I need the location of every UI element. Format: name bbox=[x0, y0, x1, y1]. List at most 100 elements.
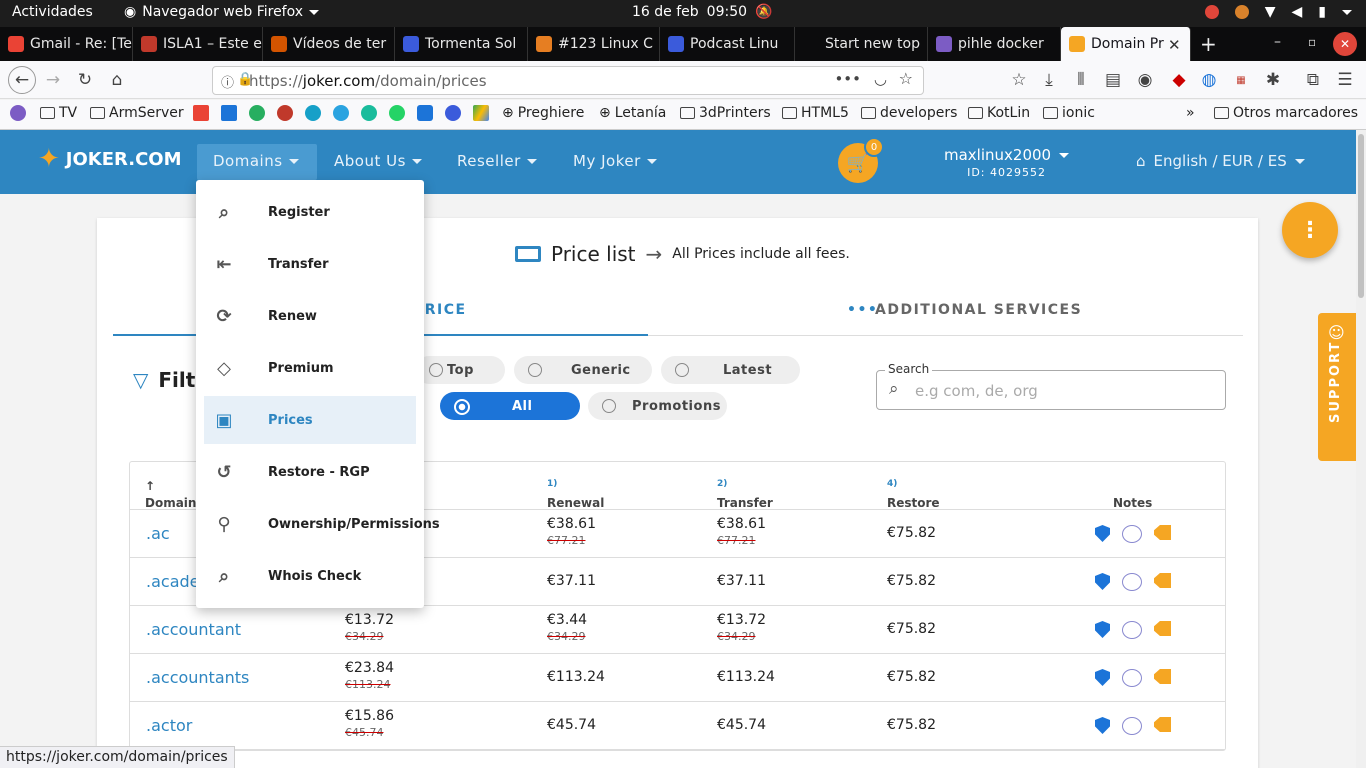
bookmark-10[interactable] bbox=[445, 105, 461, 121]
bookmark-4[interactable] bbox=[277, 105, 293, 121]
language-currency-selector[interactable]: ⌂ English / EUR / ES bbox=[1136, 152, 1305, 170]
domain-link[interactable]: .accountant bbox=[146, 620, 241, 639]
nav-domains[interactable]: Domains bbox=[213, 152, 299, 170]
promotion-tag-icon[interactable] bbox=[1154, 525, 1171, 540]
window-minimize-button[interactable]: – bbox=[1274, 34, 1281, 50]
bookmark-folder-kotlin[interactable]: KotLin bbox=[968, 105, 1030, 121]
tab-additional-services[interactable]: ADDITIONAL SERVICES bbox=[875, 302, 1082, 318]
chrome-indicator-icon[interactable] bbox=[1204, 5, 1219, 19]
extension-3-icon[interactable]: ✱ bbox=[1262, 69, 1284, 91]
promotion-tag-icon[interactable] bbox=[1154, 717, 1171, 732]
bookmark-folder-3dprinters[interactable]: 3dPrinters bbox=[680, 105, 771, 121]
browser-tab[interactable]: Start new top bbox=[795, 27, 928, 61]
more-bookmarks-button[interactable]: » bbox=[1186, 105, 1195, 121]
dropdown-item-ownership-permissions[interactable]: ⚲ Ownership/Permissions bbox=[204, 500, 439, 548]
whois-privacy-icon[interactable] bbox=[1095, 573, 1110, 590]
new-tab-button[interactable]: + bbox=[1200, 32, 1217, 56]
footnote-ref[interactable]: 4) bbox=[887, 479, 897, 489]
library-icon[interactable]: ⫴ bbox=[1070, 69, 1092, 91]
dnssec-icon[interactable] bbox=[1122, 717, 1142, 735]
footnote-ref[interactable]: 1) bbox=[547, 479, 557, 489]
extension-2-icon[interactable]: ◍ bbox=[1198, 69, 1220, 91]
sidebar-icon[interactable]: ▤ bbox=[1102, 69, 1124, 91]
col-transfer[interactable]: Transfer 2) bbox=[717, 479, 773, 510]
window-maximize-button[interactable]: ▫ bbox=[1308, 35, 1316, 49]
browser-tab[interactable]: Gmail - Re: [Te bbox=[0, 27, 133, 61]
search-input[interactable]: e.g com, de, org bbox=[915, 382, 1038, 400]
dropdown-item-premium[interactable]: ◇ Premium bbox=[204, 344, 416, 392]
dropdown-item-register[interactable]: ⌕ Register bbox=[204, 188, 416, 236]
col-domain[interactable]: Domain ↑ bbox=[145, 479, 196, 510]
nav-about[interactable]: About Us bbox=[334, 152, 422, 170]
bookmark-folder-armserver[interactable]: ArmServer bbox=[90, 105, 184, 121]
dnssec-icon[interactable] bbox=[1122, 621, 1142, 639]
bookmark-2[interactable] bbox=[221, 105, 237, 121]
whois-privacy-icon[interactable] bbox=[1095, 525, 1110, 542]
page-scrollbar[interactable] bbox=[1356, 130, 1366, 768]
nav-reseller[interactable]: Reseller bbox=[457, 152, 537, 170]
bookmark-folder-html5[interactable]: HTML5 bbox=[782, 105, 849, 121]
wifi-icon[interactable]: ▼ bbox=[1265, 4, 1276, 20]
col-renewal[interactable]: Renewal 1) bbox=[547, 479, 604, 510]
starred-icon[interactable]: ☆ bbox=[1008, 69, 1030, 91]
reload-button[interactable]: ↻ bbox=[74, 69, 96, 91]
bookmark-search[interactable] bbox=[10, 105, 26, 121]
window-close-button[interactable]: ✕ bbox=[1333, 32, 1357, 56]
filter-all[interactable]: All bbox=[440, 392, 580, 420]
browser-tab[interactable]: Podcast Linu bbox=[660, 27, 795, 61]
dropdown-item-whois-check[interactable]: ⌕ Whois Check bbox=[204, 552, 416, 600]
browser-tab[interactable]: Vídeos de ter bbox=[263, 27, 395, 61]
dnssec-icon[interactable] bbox=[1122, 525, 1142, 543]
bookmark-whatsapp[interactable] bbox=[389, 105, 405, 121]
browser-tab[interactable]: pihle docker bbox=[928, 27, 1061, 61]
app-indicator-icon[interactable] bbox=[1234, 5, 1249, 19]
whois-privacy-icon[interactable] bbox=[1095, 669, 1110, 686]
dropdown-item-prices[interactable]: ▣ Prices bbox=[204, 396, 416, 444]
bookmark-7[interactable] bbox=[361, 105, 377, 121]
bookmark-letania[interactable]: ⊕ Letanía bbox=[599, 105, 666, 121]
browser-tab[interactable]: ISLA1 – Este e bbox=[133, 27, 263, 61]
app-menu[interactable]: ◉ Navegador web Firefox bbox=[124, 4, 320, 20]
dropdown-item-renew[interactable]: ⟳ Renew bbox=[204, 292, 416, 340]
bookmark-preghiere[interactable]: ⊕ Preghiere bbox=[502, 105, 584, 121]
battery-icon[interactable]: ▮ bbox=[1318, 4, 1326, 20]
bookmark-folder-ionic[interactable]: ionic bbox=[1043, 105, 1095, 121]
user-menu[interactable]: maxlinux2000 ID: 4029552 bbox=[944, 146, 1070, 179]
filter-promotions[interactable]: Promotions bbox=[588, 392, 727, 420]
menu-icon[interactable]: ☰ bbox=[1334, 69, 1356, 91]
scrollbar-thumb[interactable] bbox=[1358, 134, 1364, 298]
cart-button[interactable]: 🛒 0 bbox=[838, 137, 884, 183]
nav-my-joker[interactable]: My Joker bbox=[573, 152, 657, 170]
promotion-tag-icon[interactable] bbox=[1154, 669, 1171, 684]
bookmark-9[interactable] bbox=[417, 105, 433, 121]
domain-link[interactable]: .actor bbox=[146, 716, 192, 735]
home-button[interactable]: ⌂ bbox=[106, 69, 128, 91]
whois-privacy-icon[interactable] bbox=[1095, 621, 1110, 638]
downloads-icon[interactable]: ⤓ bbox=[1038, 69, 1060, 91]
bookmark-drive[interactable] bbox=[473, 105, 489, 121]
domain-link[interactable]: .ac bbox=[146, 524, 170, 543]
site-info-icon[interactable]: ⓘ bbox=[221, 72, 234, 91]
floating-menu-button[interactable]: ⋮ bbox=[1282, 202, 1338, 258]
back-button[interactable]: ← bbox=[8, 66, 36, 94]
extensions-icon[interactable]: ⧉ bbox=[1302, 69, 1324, 91]
filter-generic[interactable]: Generic bbox=[514, 356, 652, 384]
page-actions-icon[interactable]: ••• bbox=[834, 70, 861, 88]
dropdown-item-transfer[interactable]: ⇤ Transfer bbox=[204, 240, 416, 288]
bookmark-gmail[interactable] bbox=[193, 105, 209, 121]
bookmark-telegram[interactable] bbox=[333, 105, 349, 121]
system-menu-chevron-icon[interactable] bbox=[1342, 9, 1352, 15]
joker-logo[interactable]: ✦ JOKER.COM bbox=[38, 144, 182, 174]
filter-top[interactable]: Top bbox=[415, 356, 505, 384]
promotion-tag-icon[interactable] bbox=[1154, 573, 1171, 588]
close-tab-icon[interactable]: ✕ bbox=[1168, 36, 1181, 54]
forward-button[interactable]: → bbox=[42, 69, 64, 91]
volume-icon[interactable]: ◀ bbox=[1292, 4, 1303, 20]
bookmark-star-icon[interactable]: ☆ bbox=[899, 69, 913, 88]
footnote-ref[interactable]: 2) bbox=[717, 479, 727, 489]
col-restore[interactable]: Restore 4) bbox=[887, 479, 940, 510]
cors-extension-icon[interactable]: ▦ bbox=[1230, 69, 1252, 91]
bookmark-3[interactable] bbox=[249, 105, 265, 121]
extension-1-icon[interactable]: ◆ bbox=[1168, 69, 1190, 91]
account-icon[interactable]: ◉ bbox=[1134, 69, 1156, 91]
